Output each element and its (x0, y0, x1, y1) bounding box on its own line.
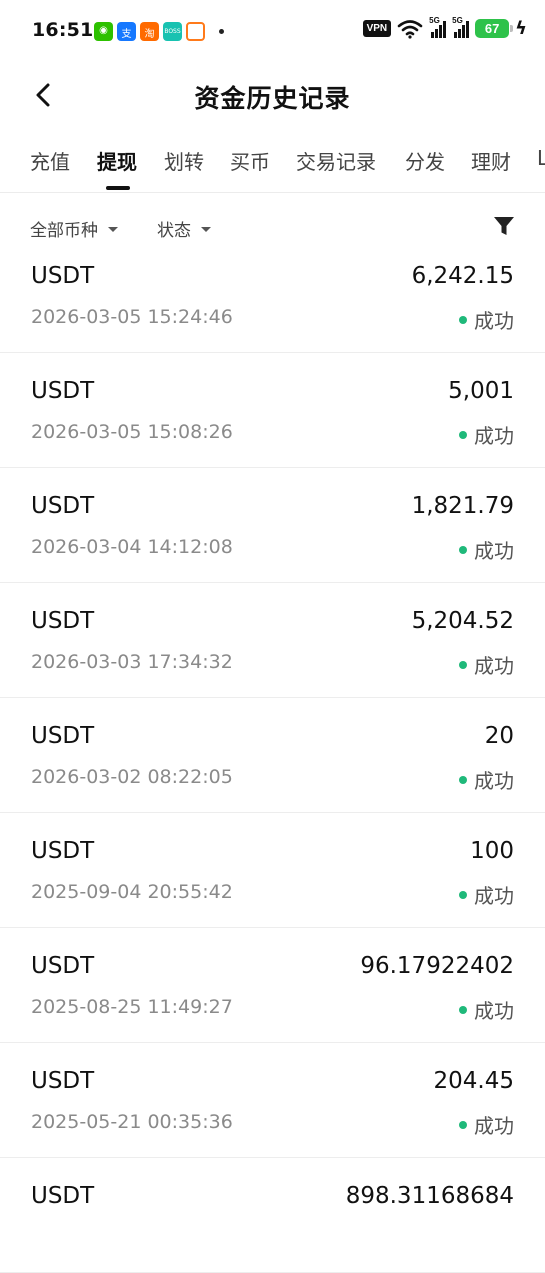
tab-buy-crypto[interactable]: 买币 (230, 146, 270, 175)
record-time: 2026-03-02 08:22:05 (31, 766, 233, 788)
status-badge: 成功 (459, 765, 514, 794)
more-notifications-dot-icon (219, 29, 224, 34)
record-row[interactable]: USDT 100 2025-09-04 20:55:42 成功 (0, 813, 545, 928)
record-amount: 100 (470, 838, 514, 864)
status-dot-icon (459, 315, 467, 324)
record-time: 2026-03-05 15:24:46 (31, 306, 233, 328)
record-amount: 898.31168684 (345, 1183, 514, 1209)
charging-bolt-icon: ϟ (515, 18, 527, 39)
tab-earn[interactable]: 理财 (471, 146, 511, 175)
record-time: 2025-09-04 20:55:42 (31, 881, 233, 903)
status-badge: 成功 (459, 420, 514, 449)
alipay-icon: 支 (117, 22, 136, 41)
tab-distribution[interactable]: 分发 (405, 146, 445, 175)
status-dot-icon (459, 430, 467, 439)
record-time: 2025-08-25 11:49:27 (31, 996, 233, 1018)
status-label: 成功 (474, 884, 514, 908)
record-amount: 5,001 (448, 378, 514, 404)
status-dot-icon (459, 1120, 467, 1129)
taobao-icon: 淘 (140, 22, 159, 41)
filter-button[interactable] (493, 215, 515, 237)
tab-deposit[interactable]: 充值 (30, 146, 70, 175)
funnel-icon (494, 217, 514, 235)
record-row[interactable]: USDT 96.17922402 2025-08-25 11:49:27 成功 (0, 928, 545, 1043)
record-coin: USDT (31, 1183, 95, 1209)
didi-icon (186, 22, 205, 41)
record-coin: USDT (31, 378, 95, 404)
status-label: 成功 (474, 309, 514, 333)
page-title: 资金历史记录 (194, 84, 351, 113)
status-label: 成功 (474, 1114, 514, 1138)
status-label: 成功 (474, 769, 514, 793)
system-icons: VPN 5G 5G 67 ϟ (362, 16, 527, 39)
status-label: 成功 (474, 539, 514, 563)
notification-app-icons: ◉ 支 淘 BOSS (94, 22, 224, 41)
record-time: 2026-03-05 15:08:26 (31, 421, 233, 443)
record-row[interactable]: USDT 898.31168684 (0, 1158, 545, 1273)
record-coin: USDT (31, 493, 95, 519)
cellular-signal-1-icon: 5G (429, 16, 447, 38)
withdrawal-records-list: USDT 6,242.15 2026-03-05 15:24:46 成功 USDT 5,0… (0, 238, 545, 1273)
record-row[interactable]: USDT 6,242.15 2026-03-05 15:24:46 成功 (0, 238, 545, 353)
caret-down-icon (108, 227, 118, 232)
vpn-badge: VPN (362, 20, 392, 37)
record-row[interactable]: USDT 5,204.52 2026-03-03 17:34:32 成功 (0, 583, 545, 698)
record-coin: USDT (31, 1068, 95, 1094)
status-dot-icon (459, 545, 467, 554)
boss-icon: BOSS (163, 22, 182, 41)
status-dot-icon (459, 660, 467, 669)
status-time: 16:51 (32, 19, 94, 41)
record-time: 2025-05-21 00:35:36 (31, 1111, 233, 1133)
wifi-icon (397, 19, 423, 39)
record-coin: USDT (31, 263, 95, 289)
status-dot-icon (459, 890, 467, 899)
cellular-signal-2-icon: 5G (452, 16, 470, 38)
record-row[interactable]: USDT 20 2026-03-02 08:22:05 成功 (0, 698, 545, 813)
record-coin: USDT (31, 953, 95, 979)
header: 资金历史记录 (0, 64, 545, 126)
caret-down-icon (201, 227, 211, 232)
status-badge: 成功 (459, 1110, 514, 1139)
record-coin: USDT (31, 723, 95, 749)
record-amount: 96.17922402 (360, 953, 514, 979)
wechat-icon: ◉ (94, 22, 113, 41)
status-dot-icon (459, 1005, 467, 1014)
record-coin: USDT (31, 608, 95, 634)
status-dot-icon (459, 775, 467, 784)
record-amount: 5,204.52 (411, 608, 514, 634)
status-badge: 成功 (459, 535, 514, 564)
status-label: 成功 (474, 654, 514, 678)
battery-icon: 67 (475, 19, 514, 38)
tab-withdraw[interactable]: 提现 (97, 146, 137, 175)
record-amount: 1,821.79 (411, 493, 514, 519)
record-amount: 204.45 (433, 1068, 514, 1094)
record-row[interactable]: USDT 204.45 2025-05-21 00:35:36 成功 (0, 1043, 545, 1158)
status-badge: 成功 (459, 880, 514, 909)
record-amount: 6,242.15 (411, 263, 514, 289)
tab-transfer[interactable]: 划转 (164, 146, 204, 175)
tab-more[interactable]: L (537, 146, 545, 170)
record-coin: USDT (31, 838, 95, 864)
status-badge: 成功 (459, 650, 514, 679)
record-amount: 20 (484, 723, 514, 749)
record-time: 2026-03-04 14:12:08 (31, 536, 233, 558)
tab-trade-records[interactable]: 交易记录 (296, 146, 376, 175)
record-time: 2026-03-03 17:34:32 (31, 651, 233, 673)
status-badge: 成功 (459, 995, 514, 1024)
status-bar: 16:51 ◉ 支 淘 BOSS VPN 5G 5G 67 ϟ (0, 0, 545, 64)
status-label: 成功 (474, 999, 514, 1023)
status-label: 成功 (474, 424, 514, 448)
tab-bar: 充值 提现 划转 买币 交易记录 分发 理财 L (0, 126, 545, 193)
status-badge: 成功 (459, 305, 514, 334)
record-row[interactable]: USDT 1,821.79 2026-03-04 14:12:08 成功 (0, 468, 545, 583)
record-row[interactable]: USDT 5,001 2026-03-05 15:08:26 成功 (0, 353, 545, 468)
active-tab-indicator (106, 186, 130, 190)
